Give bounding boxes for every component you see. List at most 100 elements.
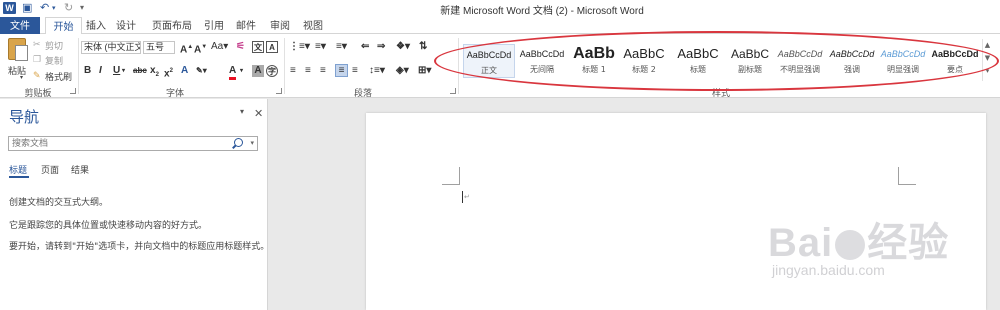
chinese-layout-icon[interactable]: ❖▾ xyxy=(396,41,410,53)
search-icon[interactable] xyxy=(234,138,243,147)
style-item[interactable]: AaBbCcDd 要点 xyxy=(929,44,981,78)
clipboard-group-label: 剪贴板 xyxy=(24,88,52,98)
style-item[interactable]: AaBbCcDd 明显强调 xyxy=(877,44,929,78)
style-name: 标题 1 xyxy=(582,65,606,74)
phonetic-guide-icon[interactable]: 文 xyxy=(252,41,264,53)
style-item[interactable]: AaBbCcDd 无间隔 xyxy=(516,44,568,78)
enclose-characters-icon[interactable]: 字 xyxy=(266,65,278,77)
clear-formatting-icon[interactable]: ⚟ xyxy=(236,41,245,53)
style-item[interactable]: AaBbCcDd 强调 xyxy=(826,44,878,78)
pane-options-icon[interactable]: ▾ xyxy=(240,107,244,116)
align-right-icon[interactable]: ≡ xyxy=(320,65,326,77)
cut-icon: ✂ xyxy=(33,39,41,49)
underline-dropdown-icon[interactable]: ▾ xyxy=(122,65,125,77)
font-launcher-icon[interactable] xyxy=(276,88,282,94)
styles-gallery-scroll[interactable]: ▲ ▼ ▾ xyxy=(982,39,992,81)
ribbon: 粘贴 ▾ ✂ 剪切 ❐ 复制 ✎ 格式刷 剪贴板 宋体 (中文正文 五号 A ▲ … xyxy=(0,34,1000,98)
style-name: 标题 xyxy=(690,65,706,74)
highlight-color-icon[interactable]: ✎▾ xyxy=(196,65,207,77)
close-icon[interactable]: ✕ xyxy=(254,107,263,120)
search-options-icon[interactable]: ▾ xyxy=(250,137,254,150)
paste-button[interactable]: 粘贴 xyxy=(8,64,26,77)
style-name: 副标题 xyxy=(738,65,762,74)
tab-review[interactable]: 审阅 xyxy=(268,17,292,34)
superscript-icon[interactable]: x2 xyxy=(164,65,173,80)
sort-icon[interactable]: ⇅ xyxy=(419,41,427,53)
nav-tab-pages[interactable]: 页面 xyxy=(41,163,59,176)
bullets-icon[interactable]: ⋮≡▾ xyxy=(289,41,310,53)
paragraph-mark: ↵ xyxy=(464,193,470,201)
copy-button[interactable]: 复制 xyxy=(45,54,63,67)
nav-tab-results[interactable]: 结果 xyxy=(71,163,89,176)
paragraph-group-label: 段落 xyxy=(353,88,372,98)
baidu-watermark: Bai 经验 jingyan.baidu.com xyxy=(768,210,998,290)
paste-dropdown-icon[interactable]: ▾ xyxy=(20,74,23,81)
text-effects-icon[interactable]: A xyxy=(181,65,188,77)
tab-insert[interactable]: 插入 xyxy=(84,17,108,34)
numbering-icon[interactable]: ≡▾ xyxy=(315,41,326,53)
line-spacing-icon[interactable]: ↕≡▾ xyxy=(369,65,385,77)
shading-icon[interactable]: ◈▾ xyxy=(396,65,409,77)
tab-page-layout[interactable]: 页面布局 xyxy=(148,17,196,34)
paragraph-launcher-icon[interactable] xyxy=(450,88,456,94)
character-shading-icon[interactable]: A xyxy=(252,65,264,77)
tab-references[interactable]: 引用 xyxy=(202,17,226,34)
bold-icon[interactable]: B xyxy=(84,65,91,77)
margin-corner-marker xyxy=(898,167,916,185)
style-sample: AaBbC xyxy=(623,46,665,61)
character-border-icon[interactable]: A xyxy=(266,41,278,53)
cut-button[interactable]: 剪切 xyxy=(45,39,63,52)
more-styles-icon[interactable]: ▾ xyxy=(983,65,992,78)
borders-icon[interactable]: ⊞▾ xyxy=(418,65,431,77)
tab-home[interactable]: 开始 xyxy=(45,17,82,35)
decrease-indent-icon[interactable]: ⇐ xyxy=(361,41,369,53)
format-painter-icon: ✎ xyxy=(33,70,41,80)
style-sample: AaBbC xyxy=(677,46,719,61)
align-center-icon[interactable]: ≡ xyxy=(305,65,311,77)
nav-message: 创建文档的交互式大纲。 xyxy=(9,198,109,208)
watermark-url: jingyan.baidu.com xyxy=(772,262,885,278)
style-item[interactable]: AaBbCcDd 不明显强调 xyxy=(774,44,826,78)
nav-search-box[interactable]: ▾ xyxy=(8,136,258,151)
tab-view[interactable]: 视图 xyxy=(301,17,325,34)
style-item[interactable]: AaBbC 副标题 xyxy=(724,44,776,78)
style-item[interactable]: AaBb 标题 1 xyxy=(568,44,620,78)
font-name-select[interactable]: 宋体 (中文正文 xyxy=(81,41,141,54)
nav-tab-headings[interactable]: 标题 xyxy=(9,163,27,176)
style-name: 无间隔 xyxy=(530,65,554,74)
justify-icon[interactable]: ≡ xyxy=(335,64,348,77)
style-name: 不明显强调 xyxy=(780,65,820,74)
multilevel-list-icon[interactable]: ≡▾ xyxy=(336,41,347,53)
font-color-dropdown-icon[interactable]: ▾ xyxy=(240,65,243,77)
style-item[interactable]: AaBbCcDd 正文 xyxy=(463,44,515,78)
tab-design[interactable]: 设计 xyxy=(114,17,138,34)
clipboard-launcher-icon[interactable] xyxy=(70,88,76,94)
tab-mailings[interactable]: 邮件 xyxy=(234,17,258,34)
distributed-icon[interactable]: ≡ xyxy=(352,65,358,77)
search-input[interactable] xyxy=(9,137,229,150)
paste-icon[interactable] xyxy=(8,38,28,61)
grow-font-icon[interactable]: A▲ xyxy=(180,41,193,56)
scroll-down-icon[interactable]: ▼ xyxy=(983,52,992,65)
group-divider xyxy=(284,38,285,94)
italic-icon[interactable]: I xyxy=(99,65,102,77)
subscript-icon[interactable]: x2 xyxy=(150,65,159,81)
style-item[interactable]: AaBbC 标题 xyxy=(672,44,724,78)
style-sample: AaBb xyxy=(573,45,615,62)
ribbon-tabs: 文件 开始 插入 设计 页面布局 引用 邮件 审阅 视图 xyxy=(0,17,1000,35)
style-item[interactable]: AaBbC 标题 2 xyxy=(618,44,670,78)
shrink-font-icon[interactable]: A▼ xyxy=(194,41,207,56)
style-sample: AaBbCcDd xyxy=(829,49,875,59)
underline-icon[interactable]: U xyxy=(113,65,120,77)
scroll-up-icon[interactable]: ▲ xyxy=(983,39,992,52)
font-color-icon[interactable]: A xyxy=(229,65,237,80)
increase-indent-icon[interactable]: ⇒ xyxy=(377,41,385,53)
format-painter-button[interactable]: 格式刷 xyxy=(45,70,72,83)
tab-file[interactable]: 文件 xyxy=(0,17,40,34)
strikethrough-icon[interactable]: abc xyxy=(133,65,147,77)
change-case-icon[interactable]: Aa▾ xyxy=(211,41,228,53)
align-left-icon[interactable]: ≡ xyxy=(290,65,296,77)
style-sample: AaBbCcDd xyxy=(931,49,979,59)
nav-message: 它是跟踪您的具体位置或快速移动内容的好方式。 xyxy=(9,221,208,231)
font-size-select[interactable]: 五号 xyxy=(143,41,175,54)
